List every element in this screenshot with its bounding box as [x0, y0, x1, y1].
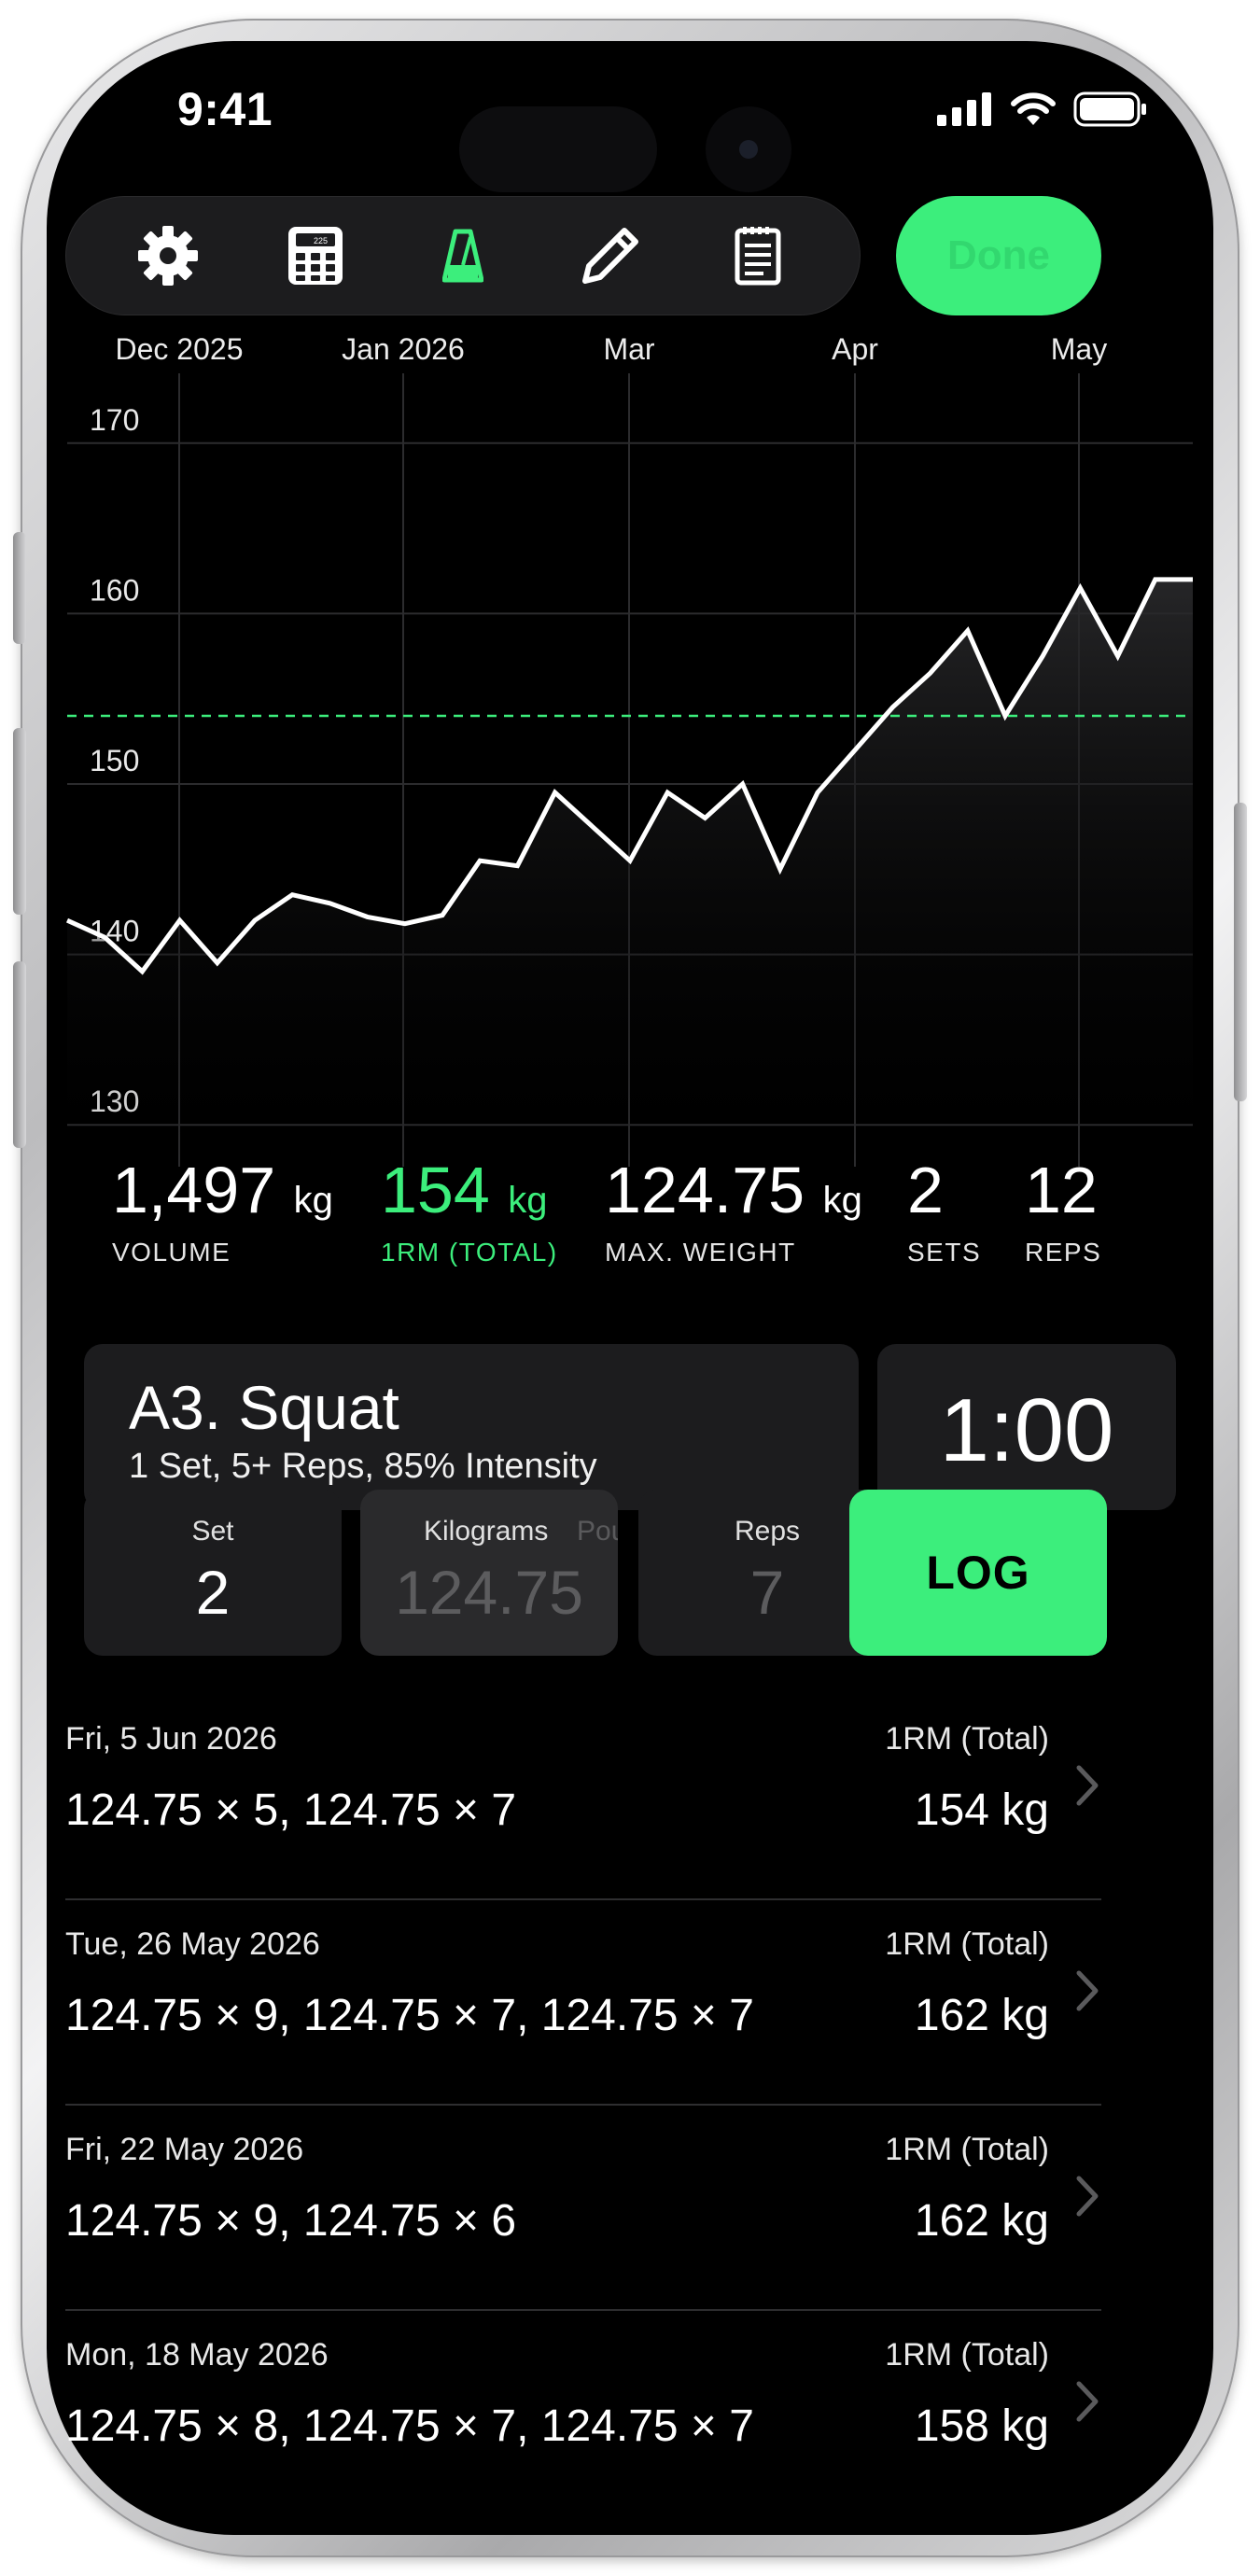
history-1rm: 162 kg — [914, 2196, 1049, 2246]
history-sets: 124.75 × 8, 124.75 × 7, 124.75 × 7 — [65, 2401, 754, 2451]
toolbar: 225 — [65, 196, 861, 315]
chart-y-tick-label: 170 — [90, 403, 139, 437]
pounds-label[interactable]: Pounds — [577, 1516, 618, 1547]
history-row[interactable]: Tue, 26 May 2026 124.75 × 9, 124.75 × 7,… — [65, 1904, 1101, 2106]
rest-timer[interactable]: 1:00 — [877, 1344, 1176, 1510]
history-row[interactable]: Fri, 5 Jun 2026 124.75 × 5, 124.75 × 7 1… — [65, 1699, 1101, 1900]
settings-button[interactable] — [123, 211, 213, 301]
stat-label: VOLUME — [112, 1238, 231, 1267]
set-label: Set — [191, 1516, 234, 1547]
kilograms-field[interactable]: Kilograms Pounds 124.75 — [360, 1490, 618, 1656]
history-row[interactable]: Mon, 18 May 2026 124.75 × 8, 124.75 × 7,… — [65, 2315, 1101, 2516]
stat-label: REPS — [1025, 1238, 1102, 1267]
pencil-icon — [582, 228, 638, 284]
gear-icon — [138, 226, 198, 286]
divider — [65, 2104, 1101, 2106]
exercise-card[interactable]: A3. Squat 1 Set, 5+ Reps, 85% Intensity — [84, 1344, 859, 1510]
history-1rm: 158 kg — [914, 2401, 1049, 2451]
history-date: Mon, 18 May 2026 — [65, 2337, 329, 2373]
stat-value: 2 — [907, 1154, 944, 1226]
history-date: Fri, 5 Jun 2026 — [65, 1721, 277, 1757]
stat-value: 124.75 — [605, 1154, 805, 1226]
chart-x-label: Dec 2025 — [115, 332, 244, 366]
metronome-icon — [442, 229, 483, 283]
metronome-button[interactable] — [418, 211, 508, 301]
stat-label: 1RM (TOTAL) — [381, 1238, 558, 1267]
chart-x-label: May — [1050, 332, 1108, 366]
chevron-right-icon — [1076, 2381, 1099, 2422]
stat-1rm: 154 kg 1RM (TOTAL) — [381, 1157, 558, 1267]
stat-value: 1,497 — [112, 1154, 276, 1226]
log-button-label: LOG — [926, 1547, 1030, 1599]
svg-text:225: 225 — [314, 236, 328, 245]
history-1rm: 154 kg — [914, 1785, 1049, 1835]
chart-x-label: Jan 2026 — [342, 332, 465, 366]
set-field[interactable]: Set 2 — [84, 1490, 342, 1656]
history-sets: 124.75 × 9, 124.75 × 7, 124.75 × 7 — [65, 1991, 754, 2040]
kilograms-value: 124.75 — [395, 1558, 583, 1627]
history-sets: 124.75 × 5, 124.75 × 7 — [65, 1785, 517, 1835]
chart-y-tick-label: 150 — [90, 744, 139, 777]
plate-calculator-icon: 225 — [288, 227, 343, 285]
divider — [65, 2309, 1101, 2311]
chevron-right-icon — [1076, 1765, 1099, 1806]
stat-value: 12 — [1025, 1154, 1098, 1226]
history-1rm: 162 kg — [914, 1991, 1049, 2040]
chart-x-label: Apr — [832, 332, 878, 366]
history-row[interactable]: Fri, 22 May 2026 124.75 × 9, 124.75 × 6 … — [65, 2109, 1101, 2311]
timer-value: 1:00 — [939, 1380, 1114, 1480]
exercise-subtitle: 1 Set, 5+ Reps, 85% Intensity — [129, 1447, 597, 1486]
chevron-right-icon — [1076, 1970, 1099, 2011]
log-button[interactable]: LOG — [849, 1490, 1107, 1656]
history-date: Tue, 26 May 2026 — [65, 1926, 320, 1962]
history-1rm-label: 1RM (Total) — [885, 1926, 1049, 1962]
set-value: 2 — [195, 1558, 231, 1627]
stat-reps: 12 REPS — [1025, 1157, 1101, 1267]
stat-unit: kg — [508, 1180, 548, 1221]
stat-label: MAX. WEIGHT — [605, 1238, 796, 1267]
history-1rm-label: 1RM (Total) — [885, 2132, 1049, 2167]
stat-value: 154 — [381, 1154, 490, 1226]
history-1rm-label: 1RM (Total) — [885, 1721, 1049, 1757]
chevron-right-icon — [1076, 2176, 1099, 2217]
chart-x-label: Mar — [603, 332, 655, 366]
done-button[interactable]: Done — [896, 196, 1101, 315]
chart-y-tick-label: 160 — [90, 573, 139, 607]
stat-sets: 2 SETS — [907, 1157, 981, 1267]
stat-label: SETS — [907, 1238, 982, 1267]
stat-volume: 1,497 kg VOLUME — [112, 1157, 333, 1267]
plate-calculator-button[interactable]: 225 — [271, 211, 360, 301]
stat-unit: kg — [293, 1180, 333, 1221]
history-1rm-label: 1RM (Total) — [885, 2337, 1049, 2373]
history-date: Fri, 22 May 2026 — [65, 2132, 304, 2167]
notes-icon — [735, 227, 781, 286]
history-sets: 124.75 × 9, 124.75 × 6 — [65, 2196, 517, 2246]
stat-max-weight: 124.75 kg MAX. WEIGHT — [605, 1157, 862, 1267]
stat-unit: kg — [822, 1180, 862, 1221]
exercise-title: A3. Squat — [129, 1373, 399, 1442]
edit-button[interactable] — [566, 211, 655, 301]
notes-button[interactable] — [713, 211, 803, 301]
progress-chart: 170160150140130 — [65, 373, 1193, 1167]
done-button-label: Done — [947, 232, 1050, 278]
divider — [65, 1898, 1101, 1900]
